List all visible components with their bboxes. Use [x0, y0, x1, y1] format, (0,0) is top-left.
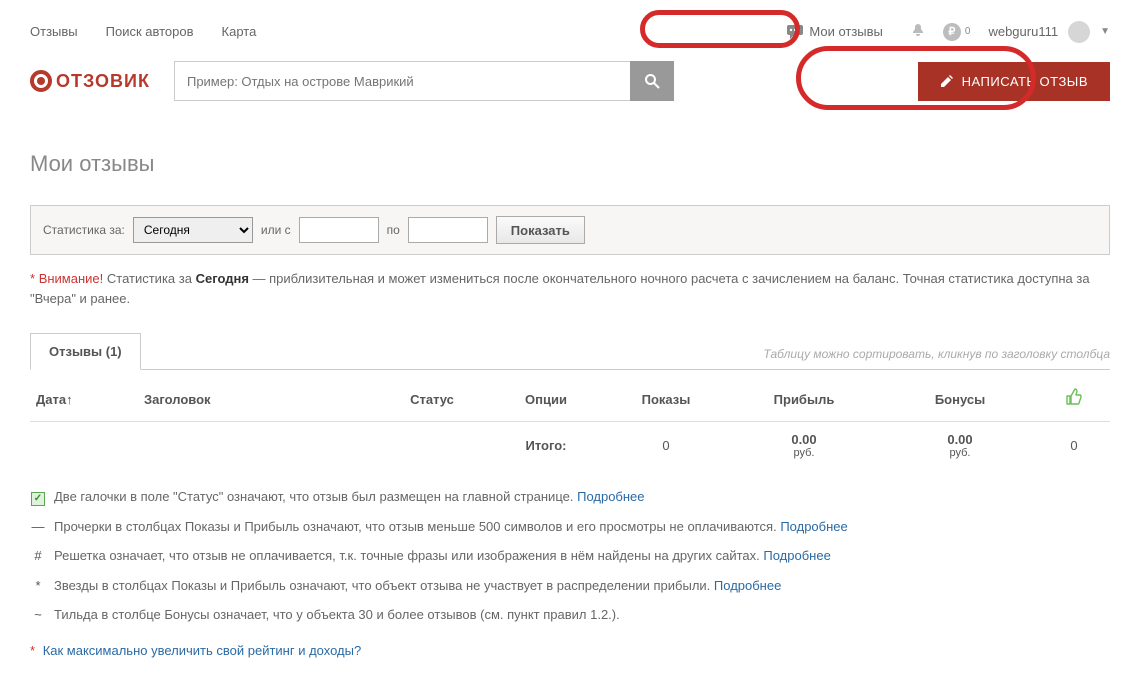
user-menu[interactable]: webguru111 ▼	[988, 21, 1110, 43]
page-title: Мои отзывы	[30, 151, 1110, 177]
th-thumbs[interactable]	[1038, 378, 1110, 422]
warning-text: * Внимание! Статистика за Сегодня — приб…	[30, 269, 1110, 308]
legend-more-link-1[interactable]: Подробнее	[577, 489, 644, 504]
th-profit[interactable]: Прибыль	[726, 378, 882, 422]
username-label: webguru111	[988, 24, 1058, 39]
brand-text: ОТЗОВИК	[56, 71, 150, 92]
period-select[interactable]: Сегодня	[133, 217, 253, 243]
stats-for-label: Статистика за:	[43, 223, 125, 237]
balance-value: 0	[965, 26, 971, 37]
th-status[interactable]: Статус	[378, 378, 486, 422]
search-icon	[644, 73, 660, 89]
th-date[interactable]: Дата↑	[30, 378, 138, 422]
reviews-table: Дата↑ Заголовок Статус Опции Показы Приб…	[30, 378, 1110, 469]
bell-icon[interactable]	[911, 23, 925, 40]
nav-my-reviews[interactable]: Мои отзывы	[777, 20, 893, 43]
nav-reviews[interactable]: Отзывы	[30, 24, 78, 39]
th-options[interactable]: Опции	[486, 378, 606, 422]
nav-map[interactable]: Карта	[222, 24, 257, 39]
table-sort-hint: Таблицу можно сортировать, кликнув по за…	[763, 347, 1110, 369]
nav-my-reviews-label: Мои отзывы	[809, 24, 883, 39]
th-views[interactable]: Показы	[606, 378, 726, 422]
thumb-up-icon	[1065, 390, 1083, 410]
legend: ✓ Две галочки в поле "Статус" означают, …	[30, 487, 1110, 625]
stats-filter: Статистика за: Сегодня или с по Показать	[30, 205, 1110, 255]
or-from-label: или с	[261, 223, 291, 237]
tab-reviews[interactable]: Отзывы (1)	[30, 333, 141, 370]
logo-icon	[30, 70, 52, 92]
th-title[interactable]: Заголовок	[138, 378, 378, 422]
ruble-icon: ₽	[943, 23, 961, 41]
totals-views: 0	[606, 422, 726, 470]
nav-authors-search[interactable]: Поиск авторов	[106, 24, 194, 39]
write-review-button[interactable]: НАПИСАТЬ ОТЗЫВ	[918, 62, 1110, 101]
totals-bonuses: 0.00 руб.	[882, 422, 1038, 470]
show-button[interactable]: Показать	[496, 216, 585, 244]
search-input[interactable]	[174, 61, 630, 101]
to-label: по	[387, 223, 400, 237]
legend-more-link-4[interactable]: Подробнее	[714, 578, 781, 593]
date-to-input[interactable]	[408, 217, 488, 243]
th-bonuses[interactable]: Бонусы	[882, 378, 1038, 422]
table-totals-row: Итого: 0 0.00 руб. 0.00 руб. 0	[30, 422, 1110, 470]
brand-logo[interactable]: ОТЗОВИК	[30, 70, 150, 92]
avatar	[1068, 21, 1090, 43]
legend-more-link-3[interactable]: Подробнее	[763, 548, 830, 563]
pencil-icon	[940, 74, 954, 88]
double-check-icon: ✓	[31, 492, 45, 506]
chevron-down-icon: ▼	[1100, 26, 1110, 37]
legend-more-link-2[interactable]: Подробнее	[780, 519, 847, 534]
balance[interactable]: ₽ 0	[943, 23, 971, 41]
totals-thumbs: 0	[1038, 422, 1110, 470]
chat-icon	[787, 25, 803, 39]
totals-profit: 0.00 руб.	[726, 422, 882, 470]
date-from-input[interactable]	[299, 217, 379, 243]
search-button[interactable]	[630, 61, 674, 101]
write-review-label: НАПИСАТЬ ОТЗЫВ	[962, 74, 1088, 89]
